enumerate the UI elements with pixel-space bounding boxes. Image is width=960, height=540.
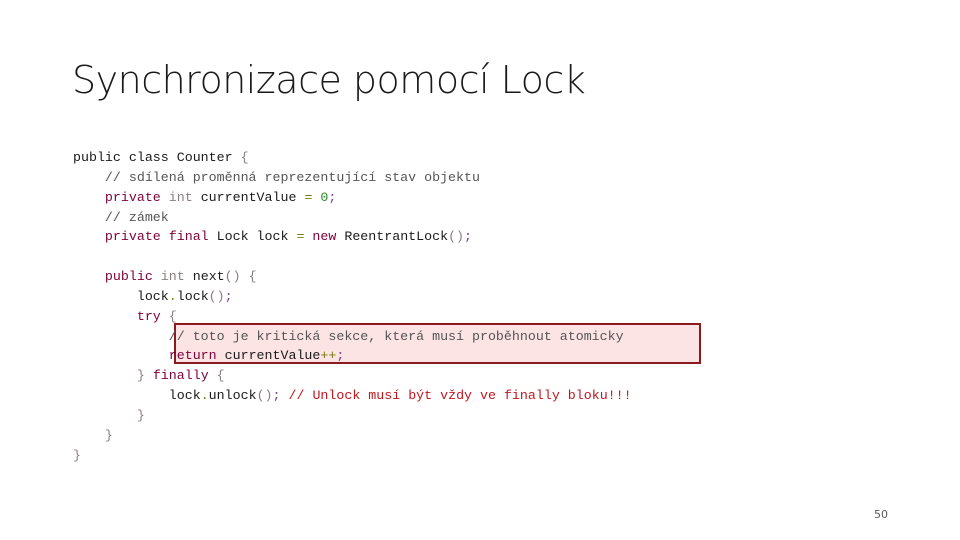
code-token: ; (336, 348, 345, 364)
code-token: next (184, 269, 225, 285)
code-token: () (208, 288, 225, 304)
page-number: 50 (874, 508, 888, 521)
code-token: } (136, 407, 145, 423)
code-line: } (73, 406, 632, 426)
slide-title: Synchronizace pomocí Lock (72, 58, 586, 102)
code-token: currentValue (192, 189, 305, 205)
code-token: finally (152, 368, 209, 384)
code-token: public (104, 269, 153, 285)
code-line: return currentValue++; (73, 346, 632, 366)
code-token: currentValue (216, 348, 321, 364)
code-token: private final (104, 229, 209, 245)
code-token: Lock lock (208, 229, 297, 245)
code-token: private (104, 189, 161, 205)
code-token: . (168, 288, 177, 304)
code-line: // toto je kritická sekce, která musí pr… (73, 327, 632, 347)
code-token: { (240, 150, 249, 165)
code-token: new (312, 229, 337, 245)
code-token: { (168, 308, 177, 324)
code-token: ; (328, 189, 337, 205)
code-token: ; (272, 388, 281, 404)
code-token: } (136, 368, 145, 384)
code-token: // toto je kritická sekce, která musí pr… (168, 328, 624, 344)
code-token: int (168, 189, 193, 205)
code-token: ; (224, 288, 233, 304)
code-token: try (136, 308, 161, 324)
code-token: . (200, 388, 209, 404)
code-token: lock (176, 288, 209, 304)
code-line: } finally { (73, 366, 632, 386)
code-token: int (160, 269, 185, 285)
code-token: return (168, 348, 217, 364)
code-token: // zámek (104, 209, 169, 225)
code-line: lock.lock(); (73, 287, 632, 307)
code-line: // zámek (73, 208, 632, 228)
code-token: { (248, 269, 257, 285)
code-token: lock (168, 388, 201, 404)
code-token: ReentrantLock (336, 229, 449, 245)
code-line: private final Lock lock = new ReentrantL… (73, 227, 632, 247)
code-token: public class Counter (73, 150, 241, 165)
code-token: ; (464, 229, 473, 245)
code-line: // sdílená proměnná reprezentující stav … (73, 168, 632, 188)
code-line: lock.unlock(); // Unlock musí být vždy v… (73, 386, 632, 406)
code-line: public int next() { (73, 267, 632, 287)
code-token: () (224, 269, 241, 285)
code-line: try { (73, 307, 632, 327)
code-line: private int currentValue = 0; (73, 188, 632, 208)
code-token: unlock (208, 388, 257, 404)
code-token: } (104, 427, 113, 443)
code-token: ++ (320, 348, 337, 364)
code-token: () (256, 388, 273, 404)
code-block: public class Counter { // sdílená proměn… (73, 148, 632, 466)
code-line: } (73, 446, 632, 466)
code-line: } (73, 426, 632, 446)
code-line: public class Counter { (73, 148, 632, 168)
code-token: // sdílená proměnná reprezentující stav … (104, 169, 480, 185)
code-token: } (73, 447, 81, 463)
code-token: lock (136, 288, 169, 304)
code-token: () (448, 229, 465, 245)
code-token: { (216, 368, 225, 384)
code-token: // Unlock musí být vždy ve finally bloku… (288, 388, 632, 404)
